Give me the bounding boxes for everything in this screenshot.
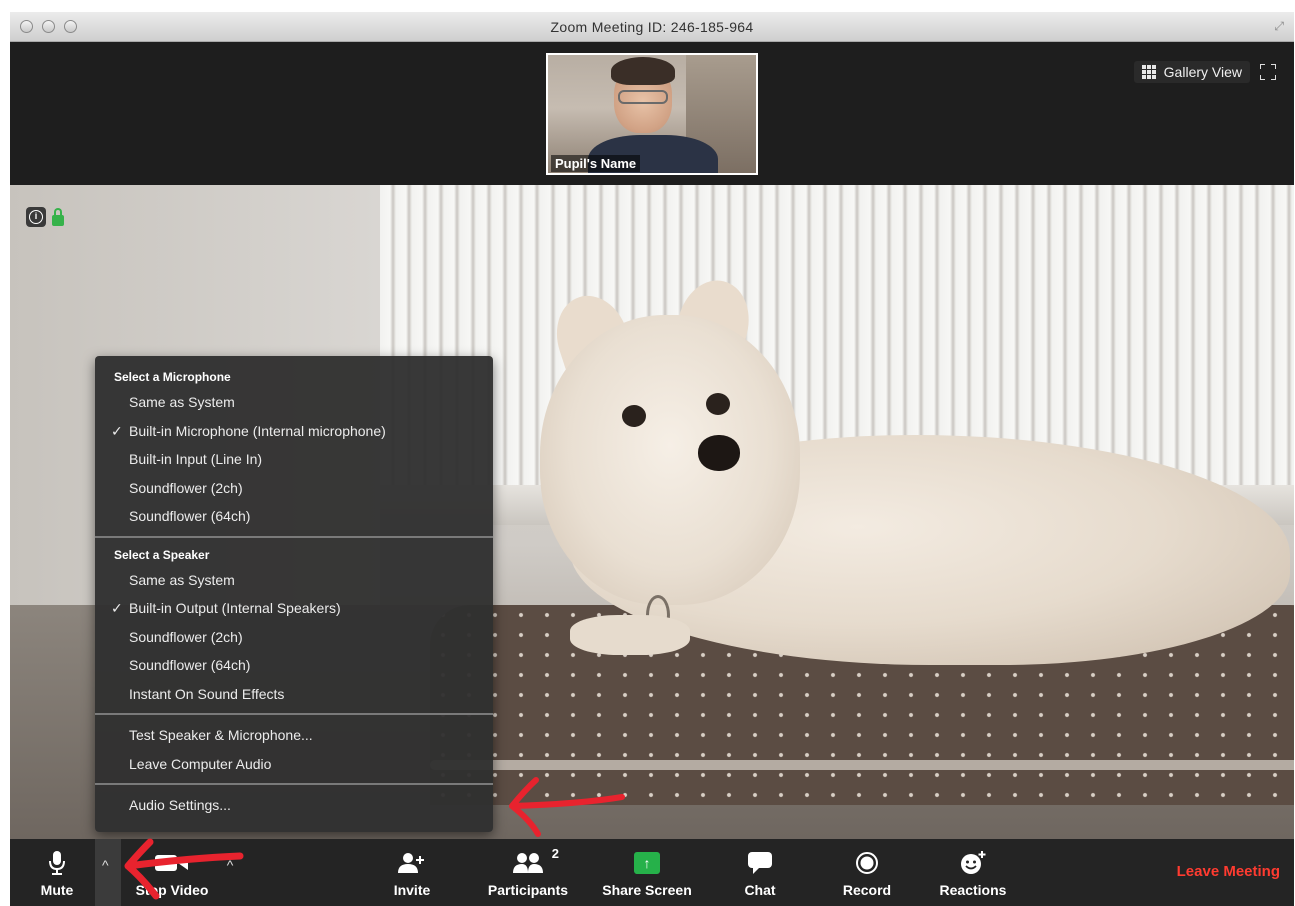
microphone-option-soundflower-64ch[interactable]: Soundflower (64ch) — [95, 502, 493, 531]
meeting-toolbar: ^ Mute Stop Video ^ Invite 2 Participant… — [10, 839, 1294, 906]
participant-name-label: Pupil's Name — [551, 155, 641, 172]
speaker-option-soundflower-64ch[interactable]: Soundflower (64ch) — [95, 651, 493, 680]
title-bar: Zoom Meeting ID: 246-185-964 ⤢ — [10, 12, 1294, 42]
chat-label: Chat — [744, 882, 776, 898]
speaker-option-built-in-output[interactable]: ✓ Built-in Output (Internal Speakers) — [95, 594, 493, 623]
window-title: Zoom Meeting ID: 246-185-964 — [550, 19, 754, 35]
video-camera-icon — [155, 850, 189, 876]
participant-thumbnail[interactable]: Pupil's Name — [546, 53, 758, 175]
record-label: Record — [842, 882, 892, 898]
microphone-option-built-in-microphone[interactable]: ✓ Built-in Microphone (Internal microphon… — [95, 417, 493, 446]
gallery-view-label: Gallery View — [1163, 64, 1242, 80]
video-options-caret-button[interactable]: ^ — [220, 839, 240, 906]
mute-label: Mute — [40, 882, 74, 898]
video-dog-bed-piping — [430, 760, 1294, 770]
record-button[interactable]: Record — [832, 839, 902, 906]
fullscreen-icon[interactable] — [1260, 64, 1276, 80]
participants-label: Participants — [487, 882, 569, 898]
speaker-option-same-as-system[interactable]: Same as System — [95, 566, 493, 595]
audio-options-menu: Select a Microphone Same as System ✓ Buil… — [95, 356, 493, 832]
view-controls: Gallery View — [1133, 60, 1276, 84]
stop-video-label: Stop Video — [135, 882, 209, 898]
smiley-plus-icon — [960, 850, 986, 876]
checkmark-icon: ✓ — [111, 600, 123, 616]
reactions-label: Reactions — [939, 882, 1007, 898]
chevron-up-icon: ^ — [226, 857, 234, 873]
participants-button[interactable]: 2 Participants — [478, 839, 578, 906]
invite-label: Invite — [393, 882, 431, 898]
microphone-section-header: Select a Microphone — [114, 370, 231, 384]
meeting-info-button[interactable]: i — [26, 207, 46, 227]
info-icon: i — [29, 210, 43, 224]
menu-divider — [95, 783, 493, 785]
chat-button[interactable]: Chat — [732, 839, 788, 906]
video-dog-nose — [698, 435, 740, 471]
video-dog-eye-right — [706, 393, 730, 415]
add-user-icon — [398, 850, 426, 876]
share-screen-label: Share Screen — [602, 882, 692, 898]
microphone-icon — [49, 850, 65, 876]
zoom-window: Zoom Meeting ID: 246-185-964 ⤢ Pupil's N… — [10, 12, 1294, 906]
thumbnail-strip: Pupil's Name Gallery View — [10, 42, 1294, 185]
microphone-option-soundflower-2ch[interactable]: Soundflower (2ch) — [95, 474, 493, 503]
invite-button[interactable]: Invite — [382, 839, 442, 906]
gallery-view-button[interactable]: Gallery View — [1133, 61, 1250, 83]
microphone-option-same-as-system[interactable]: Same as System — [95, 388, 493, 417]
leave-meeting-button[interactable]: Leave Meeting — [1177, 863, 1280, 880]
mute-button[interactable]: Mute — [32, 839, 82, 906]
audio-options-caret-button[interactable]: ^ — [95, 839, 121, 906]
share-screen-arrow-icon: ↑ — [634, 852, 660, 874]
record-icon — [855, 850, 879, 876]
audio-settings-item[interactable]: Audio Settings... — [95, 791, 493, 820]
speaker-option-instant-on-sound-effects[interactable]: Instant On Sound Effects — [95, 680, 493, 709]
video-dog-eye-left — [622, 405, 646, 427]
thumbnail-person-glasses — [618, 90, 668, 104]
share-screen-button[interactable]: ↑ Share Screen — [594, 839, 700, 906]
grid-icon — [1141, 65, 1156, 79]
checkmark-icon: ✓ — [111, 422, 123, 439]
speaker-section-header: Select a Speaker — [114, 547, 210, 562]
reactions-button[interactable]: Reactions — [928, 839, 1018, 906]
menu-divider — [95, 535, 493, 538]
chat-bubble-icon — [748, 850, 772, 876]
menu-divider — [95, 713, 493, 715]
participants-count: 2 — [551, 846, 559, 861]
encryption-lock-icon[interactable] — [52, 208, 64, 226]
test-speaker-microphone-item[interactable]: Test Speaker & Microphone... — [95, 721, 493, 750]
participants-icon: 2 — [513, 846, 559, 876]
stop-video-button[interactable]: Stop Video — [128, 839, 216, 906]
chevron-up-icon: ^ — [102, 857, 109, 873]
leave-computer-audio-item[interactable]: Leave Computer Audio — [95, 750, 493, 779]
video-dog-paw — [570, 615, 690, 655]
video-dog-head — [540, 315, 800, 605]
resize-arrows-icon[interactable]: ⤢ — [1274, 19, 1284, 34]
microphone-option-built-in-input[interactable]: Built-in Input (Line In) — [95, 445, 493, 474]
thumbnail-person-hair — [611, 57, 675, 85]
speaker-option-soundflower-2ch[interactable]: Soundflower (2ch) — [95, 623, 493, 652]
